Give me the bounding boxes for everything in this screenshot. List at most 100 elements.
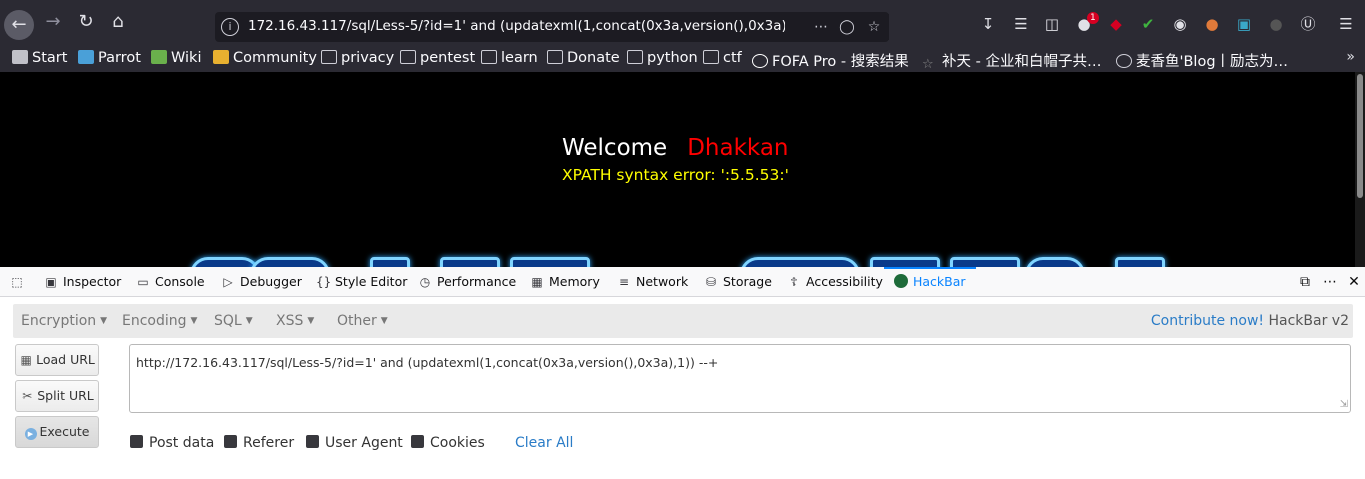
error-message: XPATH syntax error: ':5.5.53:' (562, 166, 789, 184)
caret-down-icon: ▼ (380, 316, 388, 326)
storage-icon: ⛁ (705, 275, 717, 289)
folder-icon (547, 50, 563, 64)
folder-icon (400, 50, 416, 64)
hackbar-url-text[interactable]: http://172.16.43.117/sql/Less-5/?id=1' a… (136, 355, 718, 370)
parrot-icon (78, 50, 94, 64)
contribute-area: Contribute now! HackBar v2 (1151, 313, 1349, 329)
reload-icon[interactable]: ↻ (72, 8, 100, 36)
devtools-toolbar: ⬚ ▣ Inspector ▭ Console ▷ Debugger {} Style … (0, 267, 1365, 297)
memory-chip-icon: ▦ (531, 275, 543, 289)
debugger-icon: ▷ (223, 275, 233, 289)
tab-style-editor[interactable]: {} Style Editor (316, 267, 407, 297)
pocket-icon[interactable]: ◯ (836, 16, 858, 38)
bookmarks-toolbar: Start Parrot Wiki Community privacy pent… (0, 44, 1365, 72)
page-actions-icon[interactable]: ⋯ (810, 16, 832, 38)
tab-inspector[interactable]: ▣ Inspector (44, 267, 121, 297)
shield-extension-icon[interactable]: ● (1266, 14, 1286, 34)
caret-down-icon: ▼ (190, 316, 198, 326)
load-url-button[interactable]: ▦ Load URL (15, 344, 99, 376)
tab-console[interactable]: ▭ Console (136, 267, 204, 297)
tab-performance[interactable]: ◷ Performance (418, 267, 516, 297)
tab-debugger[interactable]: ▷ Debugger (221, 267, 302, 297)
accessibility-icon: ☦ (790, 275, 798, 289)
clear-all-link[interactable]: Clear All (515, 435, 573, 451)
folder-icon (481, 50, 497, 64)
bookmark-folder-privacy[interactable]: privacy (321, 50, 394, 68)
bookmark-blog[interactable]: 麦香鱼'Blog丨励志为… (1116, 50, 1288, 70)
page-scrollbar[interactable] (1355, 72, 1365, 267)
hackbar-url-input[interactable]: http://172.16.43.117/sql/Less-5/?id=1' a… (129, 344, 1351, 413)
tab-accessibility[interactable]: ☦ Accessibility (787, 267, 883, 297)
close-devtools-icon[interactable]: ✕ (1346, 274, 1362, 290)
bookmark-folder-ctf[interactable]: ctf (703, 50, 742, 68)
referer-checkbox[interactable]: Referer (224, 435, 294, 451)
hackbar-menu: Encryption ▼ Encoding ▼ SQL ▼ XSS ▼ Other ▼ C… (13, 304, 1353, 338)
bookmark-folder-learn[interactable]: learn (481, 50, 538, 68)
forward-icon[interactable]: → (39, 8, 67, 36)
page-content: Welcome Dhakkan XPATH syntax error: ':5.5… (0, 72, 1365, 267)
tab-hackbar[interactable]: HackBar (884, 267, 976, 297)
bookmark-fofa[interactable]: FOFA Pro - 搜索结果 (752, 50, 909, 70)
bookmarks-overflow-icon[interactable]: » (1346, 49, 1355, 65)
welcome-line: Welcome Dhakkan (562, 135, 789, 161)
contribute-link[interactable]: Contribute now! (1151, 313, 1264, 329)
dock-side-icon[interactable]: ⧉ (1297, 274, 1313, 290)
devtools-panel: ⬚ ▣ Inspector ▭ Console ▷ Debugger {} Style … (0, 267, 1365, 479)
scissors-icon: ✂ (22, 389, 33, 403)
library-icon[interactable]: ☰ (1011, 14, 1031, 34)
tab-storage[interactable]: ⛁ Storage (704, 267, 772, 297)
resize-grip-icon[interactable]: ⇲ (1340, 399, 1348, 410)
address-bar[interactable]: i 172.16.43.117/sql/Less-5/?id=1' and (u… (215, 12, 889, 42)
ublock-icon[interactable]: ◆ (1106, 14, 1126, 34)
user-agent-checkbox[interactable]: User Agent (306, 435, 403, 451)
bookmark-butian[interactable]: ☆ 补天 - 企业和白帽子共… (922, 50, 1101, 72)
gauge-icon: ◷ (419, 275, 431, 289)
bookmark-parrot[interactable]: Parrot (78, 50, 141, 68)
menu-xss[interactable]: XSS ▼ (276, 313, 314, 329)
circle-extension-icon[interactable]: ◉ (1170, 14, 1190, 34)
devtools-menu-icon[interactable]: ⋯ (1322, 274, 1338, 290)
check-extension-icon[interactable]: ✔ (1138, 14, 1158, 34)
bookmark-community[interactable]: Community (213, 50, 317, 68)
bookmark-star-icon[interactable]: ☆ (863, 16, 885, 38)
console-icon: ▭ (137, 275, 149, 289)
cookie-icon[interactable]: ● (1202, 14, 1222, 34)
bookmark-start[interactable]: Start (12, 50, 67, 68)
username-text: Dhakkan (687, 135, 789, 161)
network-icon: ≡ (618, 275, 630, 289)
caret-down-icon: ▼ (100, 316, 108, 326)
braces-icon: {} (316, 275, 332, 289)
folder-icon (703, 50, 719, 64)
post-data-checkbox[interactable]: Post data (130, 435, 214, 451)
star-icon: ☆ (922, 57, 934, 72)
menu-encryption[interactable]: Encryption ▼ (21, 313, 107, 329)
cookies-checkbox[interactable]: Cookies (411, 435, 485, 451)
hamburger-menu-icon[interactable]: ☰ (1336, 14, 1356, 34)
tab-memory[interactable]: ▦ Memory (530, 267, 600, 297)
bookmark-folder-donate[interactable]: Donate (547, 50, 620, 68)
browser-toolbar: ← → ↻ ⌂ i 172.16.43.117/sql/Less-5/?id=1… (0, 0, 1365, 44)
home-icon[interactable]: ⌂ (104, 8, 132, 36)
tab-network[interactable]: ≡ Network (617, 267, 688, 297)
menu-sql[interactable]: SQL ▼ (214, 313, 253, 329)
sidebar-icon[interactable]: ◫ (1042, 14, 1062, 34)
metamask-icon[interactable]: Ⓤ (1298, 14, 1318, 34)
extension-badge: 1 (1087, 12, 1099, 24)
banner-image (180, 257, 1170, 267)
info-icon[interactable]: i (221, 18, 239, 36)
menu-encoding[interactable]: Encoding ▼ (122, 313, 197, 329)
play-icon: ▶ (24, 428, 37, 440)
globe-icon (1116, 54, 1132, 68)
bookmark-wiki[interactable]: Wiki (151, 50, 201, 68)
split-url-button[interactable]: ✂ Split URL (15, 380, 99, 412)
execute-button[interactable]: ▶ Execute (15, 416, 99, 448)
element-picker-icon[interactable]: ⬚ (10, 267, 29, 297)
menu-other[interactable]: Other ▼ (337, 313, 388, 329)
download-icon[interactable]: ↧ (978, 14, 998, 34)
save-extension-icon[interactable]: ▣ (1234, 14, 1254, 34)
star-icon (12, 50, 28, 64)
bookmark-folder-pentest[interactable]: pentest (400, 50, 475, 68)
bookmark-folder-python[interactable]: python (627, 50, 698, 68)
back-icon[interactable]: ← (4, 10, 34, 40)
inspector-icon: ▣ (45, 275, 57, 289)
